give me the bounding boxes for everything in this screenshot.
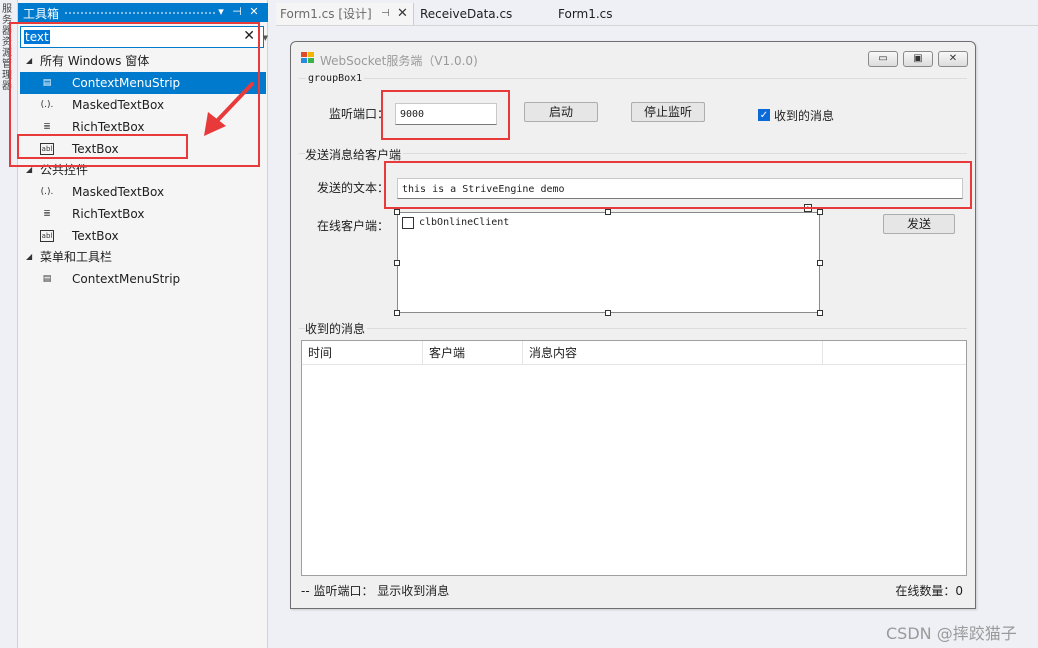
received-messages-listview[interactable]: 时间 客户端 消息内容 [301,340,967,576]
dropdown-icon[interactable]: ▾ [214,5,228,19]
textbox-icon: abl [40,230,54,242]
start-button[interactable]: 启动 [524,102,598,122]
restore-button[interactable]: ▣ [903,51,933,67]
toolbox-item-richtextbox[interactable]: ≣ RichTextBox [20,203,266,225]
item-label: RichTextBox [72,207,145,221]
close-icon[interactable]: ✕ [247,5,261,19]
maskedtextbox-icon: (.). [40,187,54,197]
resize-handle[interactable] [394,209,400,215]
resize-handle[interactable] [817,209,823,215]
listview-header: 时间 客户端 消息内容 [302,341,966,365]
app-icon [301,52,315,64]
groupbox-title: groupBox1 [306,73,365,84]
send-button[interactable]: 发送 [883,214,955,234]
stop-listening-button[interactable]: 停止监听 [631,102,705,122]
pin-icon[interactable]: ⊣ [230,5,244,19]
resize-handle[interactable] [605,209,611,215]
contextmenustrip-icon: ▤ [42,274,52,284]
tab-form1-code[interactable]: Form1.cs [554,3,613,25]
received-section-divider [299,328,967,329]
toolbox-item-maskedtextbox[interactable]: (.). MaskedTextBox [20,181,266,203]
online-clients-label: 在线客户端： [317,219,390,233]
column-header-client[interactable]: 客户端 [423,341,523,365]
form-title: WebSocket服务端（V1.0.0) [320,54,478,68]
toolbox-item-contextmenustrip[interactable]: ▤ ContextMenuStrip [20,268,266,290]
client-checkbox[interactable] [402,217,414,229]
port-label: 监听端口： [329,107,390,121]
toolbox-grip[interactable] [64,11,216,15]
collapse-icon[interactable]: ◢ [26,246,32,268]
online-clients-listbox[interactable]: clbOnlineClient [397,212,820,313]
resize-handle[interactable] [394,310,400,316]
toolbox-title: 工具箱 [23,7,60,21]
status-left-text: -- 监听端口： 显示收到消息 [301,584,450,598]
close-icon[interactable]: ✕ [397,3,408,25]
search-dropdown-icon[interactable]: ▼ [263,34,268,42]
send-text-label: 发送的文本： [317,181,390,195]
pin-icon[interactable]: ⊣ [381,3,390,25]
minimize-button[interactable]: ▭ [868,51,898,67]
resize-handle[interactable] [817,310,823,316]
toolbox-header: 工具箱 ▾ ⊣ ✕ [18,3,268,22]
tab-form1-design[interactable]: Form1.cs [设计] ⊣ ✕ [276,3,414,25]
column-header-content[interactable]: 消息内容 [523,341,823,365]
tab-label: ReceiveData.cs [420,7,513,21]
online-count-text: 在线数量：0 [895,584,963,598]
richtextbox-icon: ≣ [43,209,51,219]
toolbox-group-menus-toolbars[interactable]: ◢ 菜单和工具栏 [20,246,266,268]
highlight-box-textbox [17,134,188,159]
watermark: CSDN @摔跤猫子 [886,624,1017,643]
resize-handle[interactable] [605,310,611,316]
tab-label: Form1.cs [设计] [280,7,372,21]
received-checkbox-label: 收到的消息 [774,109,835,123]
tab-label: Form1.cs [558,7,613,21]
group-label: 菜单和工具栏 [40,250,113,264]
item-label: ContextMenuStrip [72,272,181,286]
document-tabs: Form1.cs [设计] ⊣ ✕ ReceiveData.cs Form1.c… [276,3,1038,25]
received-checkbox[interactable]: ✓ [758,109,770,121]
tab-receivedata[interactable]: ReceiveData.cs [416,3,512,25]
column-header-time[interactable]: 时间 [302,341,423,365]
form-title-bar[interactable]: WebSocket服务端（V1.0.0) ▭ ▣ ✕ [291,42,975,74]
item-label: MaskedTextBox [72,185,165,199]
status-bar: -- 监听端口： 显示收到消息 在线数量：0 [297,580,969,602]
received-section-title: 收到的消息 [305,320,368,337]
highlight-box-port [381,90,510,140]
toolbox-item-textbox[interactable]: abl TextBox [20,225,266,247]
resize-handle[interactable] [394,260,400,266]
client-item-label: clbOnlineClient [419,217,510,228]
resize-handle[interactable] [817,260,823,266]
highlight-box-send-text [384,161,972,209]
annotation-arrow [204,82,254,136]
item-label: TextBox [72,229,119,243]
close-button[interactable]: ✕ [938,51,968,67]
